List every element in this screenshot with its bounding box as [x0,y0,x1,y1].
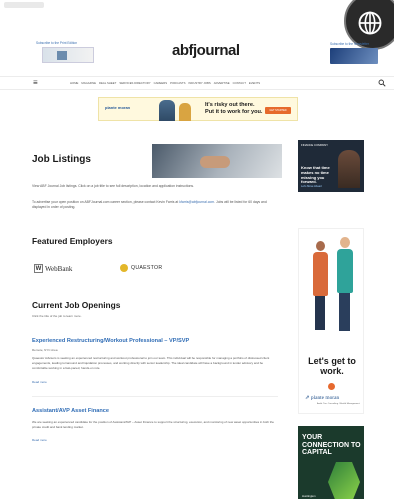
illustration-man-legs [339,293,350,331]
newsletter-promo[interactable]: Subscribe to the Newsletter [330,42,384,64]
ad-capital-title: YOUR CONNECTION TO CAPITAL [302,434,361,457]
sidebar-ad-capital[interactable]: YOUR CONNECTION TO CAPITAL Huntington [298,426,364,499]
illustration-woman [311,241,329,331]
job-description: We are seeking an experienced candidate … [32,420,274,429]
nav-item-services-directory[interactable]: Services Directory [119,81,150,85]
site-logo[interactable]: abfjournal [172,42,240,59]
illustration-man-head [340,237,350,248]
print-promo-text[interactable]: Subscribe to the Print Edition [36,41,102,45]
ad-plante-accent-dot [328,383,335,390]
employer-webbank[interactable]: W WebBank [34,264,72,273]
nav-item-deal-sheet[interactable]: Deal Sheet [99,81,116,85]
illustration-woman-legs [315,296,325,330]
current-openings-heading: Current Job Openings [32,300,121,310]
ad-cta-button[interactable]: GET STARTED [265,107,291,114]
hamburger-menu-icon[interactable]: ≡ [33,79,38,87]
search-icon[interactable] [378,79,386,87]
intro-paragraph: View ABF Journal Job listings. Click on … [32,184,195,188]
advertise-paragraph: To advertise your open position on ABFJo… [32,200,278,211]
employer-quaestor[interactable]: QUAESTOR [120,264,162,272]
job-read-more-link[interactable]: Read more [32,380,47,384]
nav-item-home[interactable]: Home [70,81,78,85]
logo-text[interactable]: abfjournal [172,42,240,59]
handshake-shape [200,156,230,168]
ad-person-image-2 [179,103,191,121]
ad-capital-hexagon-graphic [328,462,360,499]
illustration-man-body [337,249,353,293]
nav-items: Home Magazine Deal Sheet Services Direct… [70,81,260,85]
nav-item-careers[interactable]: Careers [154,81,168,85]
ad-capital-brand: Huntington [302,494,316,498]
ad-finance-person-image [338,150,360,188]
ad-plante-headline: Let's get to work. [308,356,356,376]
job-title-link[interactable]: Assistant/AVP Asset Finance [32,408,109,414]
ad-finance-cta[interactable]: Let's Move Ahead [301,185,322,188]
ad-headline-line-2: Put it to work for you. [205,108,263,115]
job-read-more-link[interactable]: Read more [32,438,47,442]
ad-brand-logo: plante moran [105,105,131,110]
ad-headline: It's risky out there. Put it to work for… [205,102,263,115]
top-strip-text-blur [4,2,44,8]
sidebar-ad-plante-moran[interactable]: Let's get to work. ⇗ plante moran Audit.… [298,228,364,414]
advertise-text-prefix: To advertise your open position on ABFJo… [32,200,180,204]
job-separator [32,396,278,397]
newsletter-promo-text[interactable]: Subscribe to the Newsletter [330,42,384,46]
site-header: Subscribe to the Print Edition abfjourna… [0,40,394,70]
ad-person-image [159,100,175,121]
nav-item-advertise[interactable]: Advertise [214,81,230,85]
top-banner-ad[interactable]: plante moran It's risky out there. Put i… [98,97,298,121]
webbank-name: WebBank [45,264,73,273]
nav-item-events[interactable]: Events [249,81,260,85]
sidebar-ad-finance[interactable]: FINANCE COMPANY Know that time makes no … [298,140,364,192]
nav-item-industry-jobs[interactable]: Industry Jobs [189,81,211,85]
webbank-logo-icon: W [34,264,43,273]
quaestor-logo-icon [120,264,128,272]
plante-moran-logo-text: plante moran [310,395,340,401]
ad-finance-text: Know that time makes no time missing you… [301,165,330,185]
quaestor-name: QUAESTOR [131,265,163,271]
plante-moran-tagline: Audit. Tax. Consulting. Wealth Managemen… [317,403,361,405]
main-navigation: ≡ Home Magazine Deal Sheet Services Dire… [0,76,394,90]
plante-moran-logo: ⇗ plante moran [305,395,340,401]
ad-headline-line-1: It's risky out there. [205,102,255,108]
job-title-link[interactable]: Experienced Restructuring/Workout Profes… [32,338,189,344]
top-strip [0,0,394,14]
featured-employers-heading: Featured Employers [32,236,113,246]
illustration-woman-body [313,252,328,296]
contact-email-link[interactable]: kfarris@abfjournal.com [179,200,214,204]
handshake-hero-image [152,144,282,178]
globe-icon [358,11,382,35]
illustration-man [335,237,355,333]
illustration-woman-head [316,241,325,251]
job-location: Remote, NYC Area [32,348,58,352]
nav-item-contact[interactable]: Contact [233,81,246,85]
nav-item-podcasts[interactable]: Podcasts [170,81,185,85]
ad-finance-brand: FINANCE COMPANY [301,143,328,147]
newsletter-image[interactable] [330,48,378,64]
nav-item-magazine[interactable]: Magazine [81,81,96,85]
page-title: Job Listings [32,154,91,165]
openings-subtitle: Click the title of the job to learn more… [32,314,82,318]
print-subscription-promo[interactable]: Subscribe to the Print Edition [36,41,102,64]
featured-employers: W WebBank QUAESTOR [32,260,272,282]
magazine-cover-image[interactable] [42,47,94,64]
job-description: Quaestor Advisors is seeking an experien… [32,356,270,370]
